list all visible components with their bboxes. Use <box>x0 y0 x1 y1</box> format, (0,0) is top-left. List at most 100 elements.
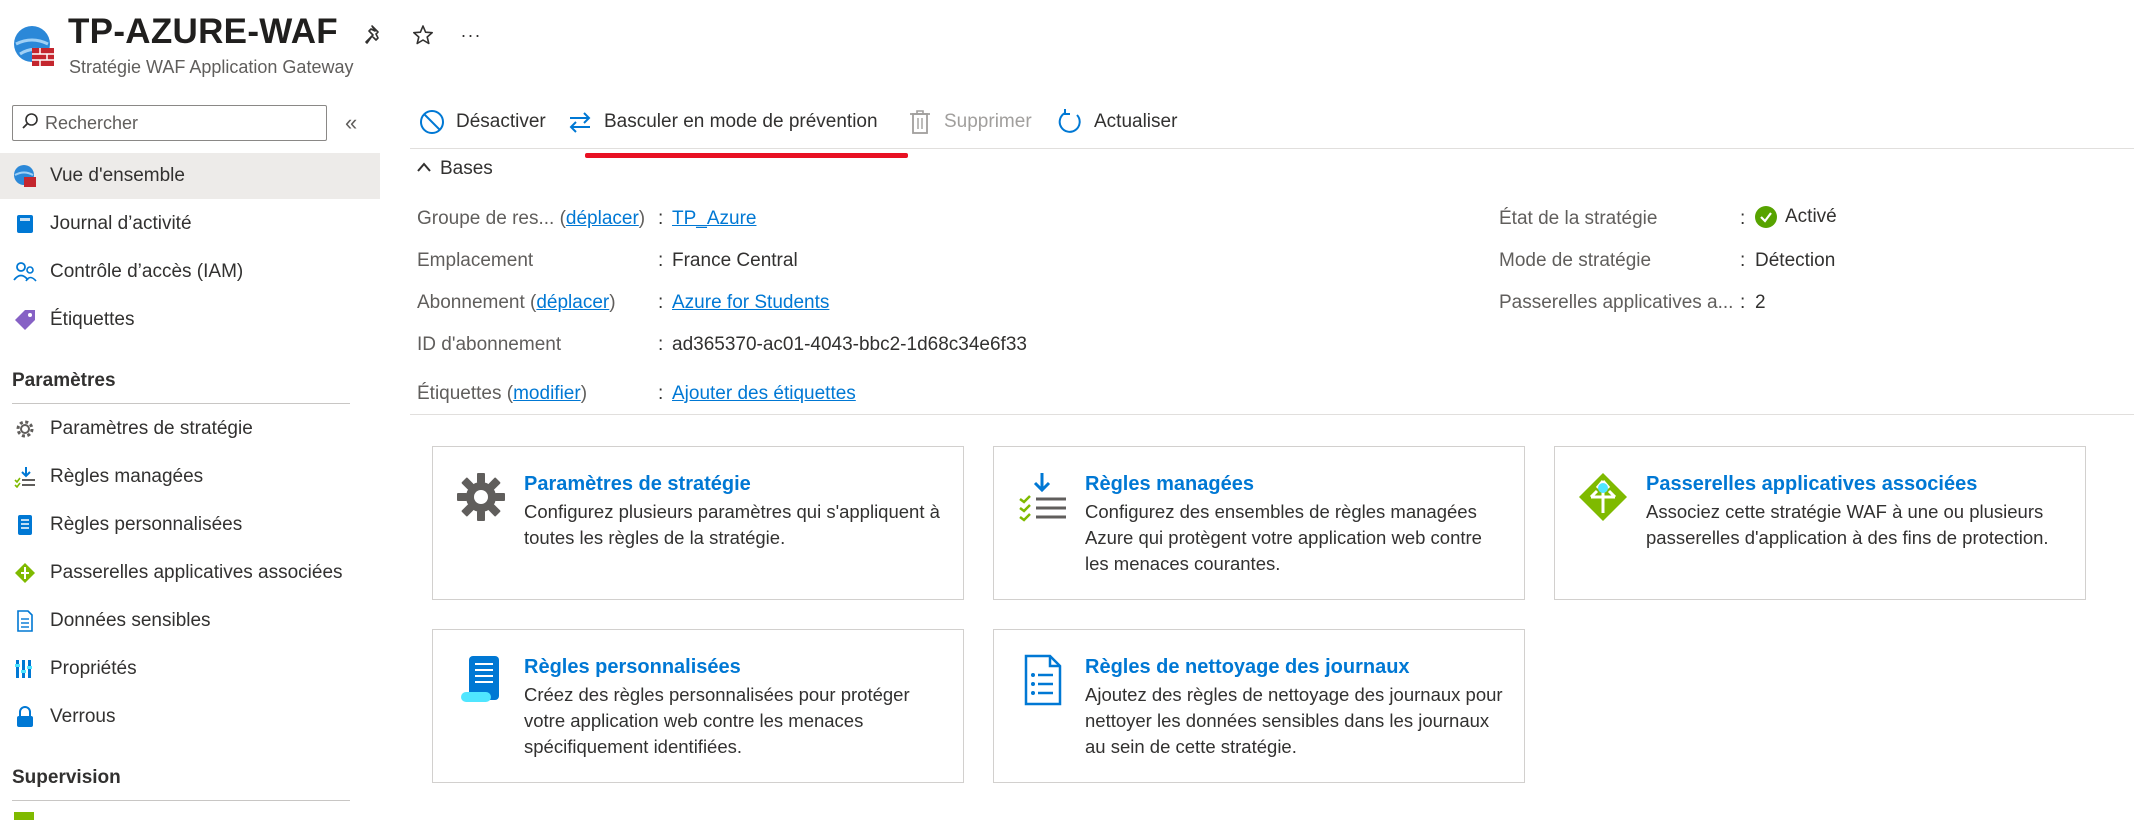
trash-icon <box>906 108 934 136</box>
divider <box>12 800 350 801</box>
collapse-sidebar-button[interactable]: « <box>345 110 357 136</box>
resource-group-value[interactable]: TP_Azure <box>672 208 756 230</box>
card-log-scrubbing-rules[interactable]: Règles de nettoyage des journaux Ajoutez… <box>993 629 1525 783</box>
properties-icon <box>12 656 38 682</box>
partial-nav-icon <box>14 812 34 820</box>
highlight-underline <box>585 153 908 158</box>
essentials-toggle[interactable]: Bases <box>416 158 493 180</box>
chevron-up-icon <box>416 160 432 178</box>
sidebar-item-label: Règles personnalisées <box>50 514 243 535</box>
sidebar-item-iam[interactable]: Contrôle d’accès (IAM) <box>0 249 380 295</box>
app-gateway-icon <box>12 560 38 586</box>
subscription-label: Abonnement (déplacer) <box>417 292 616 313</box>
toolbar-divider <box>410 148 2134 149</box>
resource-group-label: Groupe de res... (déplacer) <box>417 208 646 229</box>
card-title[interactable]: Règles managées <box>1085 473 1254 496</box>
card-custom-rules[interactable]: Règles personnalisées Créez des règles p… <box>432 629 964 783</box>
associated-gateways-label: Passerelles applicatives a... <box>1499 292 1734 313</box>
iam-icon <box>12 259 38 285</box>
block-icon <box>418 108 446 136</box>
page-title: TP-AZURE-WAF <box>68 12 338 51</box>
essentials-label: Bases <box>440 158 493 179</box>
card-title[interactable]: Règles personnalisées <box>524 656 741 679</box>
sidebar-item-label: Journal d’activité <box>50 213 192 234</box>
sidebar-section-settings: Paramètres <box>12 370 116 391</box>
managed-rules-icon <box>12 464 38 490</box>
sidebar-item-label: Étiquettes <box>50 309 135 330</box>
card-description: Ajoutez des règles de nettoyage des jour… <box>1085 684 1503 757</box>
sidebar-item-custom-rules[interactable]: Règles personnalisées <box>0 502 380 548</box>
sidebar-item-properties[interactable]: Propriétés <box>0 646 380 692</box>
card-policy-settings[interactable]: Paramètres de stratégie Configurez plusi… <box>432 446 964 600</box>
card-description: Configurez des ensembles de règles manag… <box>1085 501 1482 574</box>
sidebar-item-label: Paramètres de stratégie <box>50 418 253 439</box>
delete-button[interactable]: Supprimer <box>906 104 1032 140</box>
waf-policy-icon <box>12 24 56 68</box>
managed-rules-icon <box>1016 471 1068 523</box>
location-label: Emplacement <box>417 250 534 271</box>
search-box[interactable] <box>12 105 327 141</box>
log-scrubbing-icon <box>1016 654 1068 706</box>
disable-label: Désactiver <box>456 111 546 132</box>
edit-tags-link[interactable]: modifier <box>513 383 581 404</box>
subscription-id-value: ad365370-ac01-4043-bbc2-1d68c34e6f33 <box>672 334 1027 355</box>
subscription-value[interactable]: Azure for Students <box>672 292 829 314</box>
sidebar-item-label: Données sensibles <box>50 610 211 631</box>
gear-icon <box>455 471 507 523</box>
card-description: Configurez plusieurs paramètres qui s'ap… <box>524 501 940 548</box>
activity-log-icon <box>12 211 38 237</box>
sidebar-item-label: Contrôle d’accès (IAM) <box>50 261 244 282</box>
card-associated-gateways[interactable]: Passerelles applicatives associées Assoc… <box>1554 446 2086 600</box>
move-resource-group-link[interactable]: déplacer <box>566 208 639 229</box>
sidebar-item-activity-log[interactable]: Journal d’activité <box>0 201 380 247</box>
move-subscription-link[interactable]: déplacer <box>536 292 609 313</box>
pin-icon[interactable] <box>360 20 390 50</box>
sidebar-item-policy-settings[interactable]: Paramètres de stratégie <box>0 406 380 452</box>
essentials-divider <box>410 414 2134 415</box>
sidebar-item-label: Règles managées <box>50 466 204 487</box>
sidebar-item-app-gateways[interactable]: Passerelles applicatives associées <box>0 550 380 596</box>
sidebar-item-sensitive-data[interactable]: Données sensibles <box>0 598 380 644</box>
sidebar-item-label: Verrous <box>50 706 116 727</box>
disable-button[interactable]: Désactiver <box>418 104 546 140</box>
sidebar-item-label: Vue d'ensemble <box>50 165 185 186</box>
card-title[interactable]: Passerelles applicatives associées <box>1646 473 1977 496</box>
search-input[interactable] <box>45 112 315 134</box>
add-tags-link[interactable]: Ajouter des étiquettes <box>672 383 856 405</box>
star-icon[interactable] <box>408 20 438 50</box>
card-title[interactable]: Règles de nettoyage des journaux <box>1085 656 1410 679</box>
sidebar-item-label: Passerelles applicatives associées <box>50 562 343 583</box>
card-title[interactable]: Paramètres de stratégie <box>524 473 751 496</box>
more-options-button[interactable]: ··· <box>456 20 486 50</box>
refresh-label: Actualiser <box>1094 111 1178 132</box>
switch-arrows-icon <box>566 108 594 136</box>
policy-state-label: État de la stratégie <box>1499 208 1658 229</box>
policy-mode-label: Mode de stratégie <box>1499 250 1652 271</box>
sensitive-data-icon <box>12 608 38 634</box>
card-managed-rules[interactable]: Règles managées Configurez des ensembles… <box>993 446 1525 600</box>
subscription-id-label: ID d'abonnement <box>417 334 562 355</box>
gear-icon <box>12 416 38 442</box>
switch-prevention-mode-button[interactable]: Basculer en mode de prévention <box>566 104 878 140</box>
refresh-button[interactable]: Actualiser <box>1056 104 1177 140</box>
sidebar-item-tags[interactable]: Étiquettes <box>0 297 380 343</box>
sidebar-section-monitoring: Supervision <box>12 767 121 788</box>
sidebar-item-overview[interactable]: Vue d'ensemble <box>0 153 380 199</box>
divider <box>12 403 350 404</box>
check-circle-icon <box>1755 206 1777 228</box>
refresh-icon <box>1056 108 1084 136</box>
associated-gateways-value: 2 <box>1755 292 1766 313</box>
overview-icon <box>12 163 38 189</box>
lock-icon <box>12 704 38 730</box>
app-gateway-icon <box>1577 471 1629 523</box>
card-description: Créez des règles personnalisées pour pro… <box>524 684 910 757</box>
page-subtitle: Stratégie WAF Application Gateway <box>69 57 354 77</box>
sidebar-item-managed-rules[interactable]: Règles managées <box>0 454 380 500</box>
tag-icon <box>12 307 38 333</box>
search-icon <box>21 112 39 135</box>
custom-rules-icon <box>455 654 507 706</box>
delete-label: Supprimer <box>944 111 1032 132</box>
sidebar-item-label: Propriétés <box>50 658 137 679</box>
policy-mode-value: Détection <box>1755 250 1836 271</box>
sidebar-item-locks[interactable]: Verrous <box>0 694 380 740</box>
